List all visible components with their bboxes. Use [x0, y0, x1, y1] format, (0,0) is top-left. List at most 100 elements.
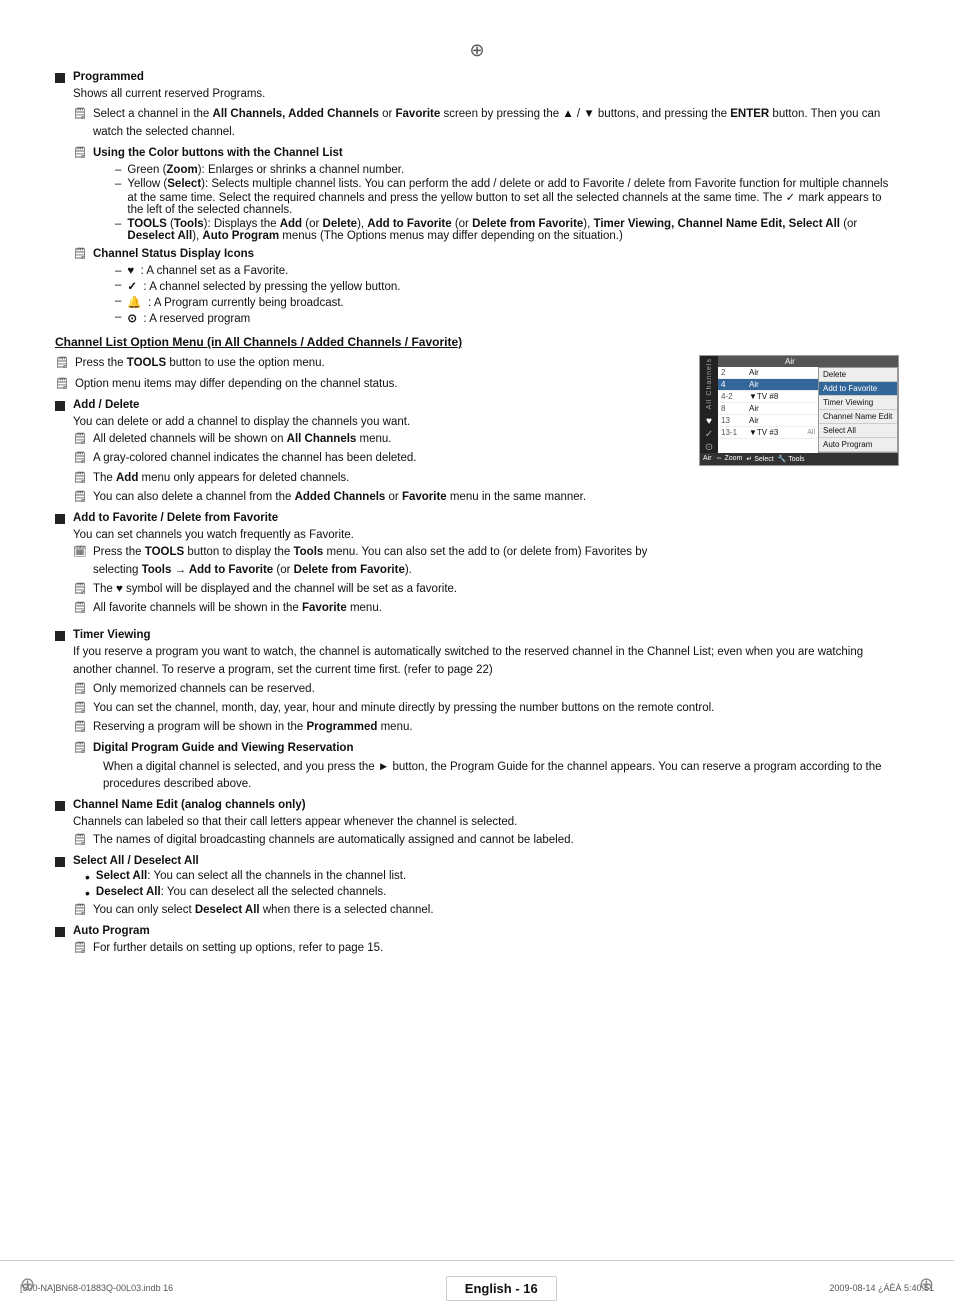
note-icon-ap1: 🗒: [73, 941, 87, 954]
tv-note3: Reserving a program will be shown in the…: [93, 719, 413, 736]
check-icon-desc: ✓ : A channel selected by pressing the y…: [127, 279, 400, 293]
timer-viewing-section: Timer Viewing If you reserve a program y…: [55, 629, 899, 793]
bottom-select: ↵ Select: [746, 455, 773, 463]
note-icon-tv3: 🗒: [73, 720, 87, 733]
note-icon-tv1: 🗒: [73, 682, 87, 695]
ap-title: Auto Program: [73, 925, 150, 937]
auto-program-section: Auto Program 🗒 For further details on se…: [55, 925, 899, 957]
note-icon-tv2: 🗒: [73, 701, 87, 714]
ad-note4: You can also delete a channel from the A…: [93, 489, 586, 506]
ch-num-4: 4: [721, 380, 749, 389]
ad-note1: All deleted channels will be shown on Al…: [93, 431, 392, 448]
dash-broadcast: –: [115, 295, 121, 307]
reserved-icon-desc: ⊙ : A reserved program: [127, 311, 250, 325]
ch-name-8: Air: [749, 404, 815, 413]
dot-deselect-all: •: [85, 886, 90, 900]
dash-yellow: –: [115, 178, 121, 190]
tools-menu: TOOLS (Tools): Displays the Add (or Dele…: [127, 218, 899, 242]
ad-note3: The Add menu only appears for deleted ch…: [93, 470, 349, 487]
footer-page-badge: English - 16: [446, 1276, 557, 1301]
tv-note2: You can set the channel, month, day, yea…: [93, 700, 714, 717]
ch-all-13-1: All: [807, 429, 815, 436]
note-icon-color-btn: 🗒: [73, 146, 87, 159]
note-icon-tools-btn: 🗒: [55, 356, 69, 369]
ctx-channel-name-edit[interactable]: Channel Name Edit: [819, 410, 897, 424]
ctx-timer-viewing[interactable]: Timer Viewing: [819, 396, 897, 410]
dash-reserved: –: [115, 311, 121, 323]
bottom-right-crosshair: ⊕: [919, 1274, 934, 1295]
note-icon-ad4: 🗒: [73, 490, 87, 503]
ch-name-4: Air: [749, 380, 815, 389]
channel-main: Air 2 Air 4 Air: [718, 356, 898, 453]
sa-title: Select All / Deselect All: [73, 855, 199, 867]
bottom-air: Air: [703, 455, 712, 463]
ch-header-air: Air: [785, 357, 795, 366]
ch-name-13: Air: [749, 416, 815, 425]
cne-note1: The names of digital broadcasting channe…: [93, 832, 574, 849]
ch-num-4-2: 4-2: [721, 392, 749, 401]
green-zoom: Green (Zoom): Enlarges or shrinks a chan…: [127, 164, 404, 176]
channel-ui-container: All Channels ♥ ✓ ⊙ Air: [699, 355, 899, 623]
bottom-tools: 🔧 Tools: [778, 455, 805, 463]
bullet-add-fav: [55, 514, 65, 524]
sidebar-icon3: ⊙: [705, 442, 713, 453]
channel-row-4-2: 4-2 ▼TV #8: [718, 391, 818, 403]
page-footer: [500-NA]BN68-01883Q-00L03.indb 16 Englis…: [0, 1260, 954, 1315]
top-symbol: ⊕: [55, 40, 899, 61]
note-icon-option-differ: 🗒: [55, 377, 69, 390]
bullet-add-delete: [55, 401, 65, 411]
heart-icon-desc: ♥ : A channel set as a Favorite.: [127, 265, 288, 277]
tv-note1: Only memorized channels can be reserved.: [93, 681, 315, 698]
sidebar-icon2: ✓: [705, 429, 713, 440]
add-delete-desc: You can delete or add a channel to displ…: [73, 414, 689, 431]
add-fav-title: Add to Favorite / Delete from Favorite: [73, 512, 278, 524]
channel-row-13-1: 13-1 ▼TV #3 All: [718, 427, 818, 439]
page: ⊕ Programmed Shows all current reserved …: [0, 0, 954, 1315]
dash-check: –: [115, 279, 121, 291]
ctx-delete[interactable]: Delete: [819, 368, 897, 382]
sidebar-icon1: ♥: [706, 416, 712, 427]
ch-name-4-2: ▼TV #8: [749, 392, 815, 401]
ctx-add-favorite[interactable]: Add to Favorite: [819, 382, 897, 396]
programmed-section: Programmed Shows all current reserved Pr…: [55, 71, 899, 325]
context-menu: Delete Add to Favorite Timer Viewing Cha…: [818, 367, 898, 453]
programmed-title: Programmed: [73, 71, 144, 83]
ctx-select-all[interactable]: Select All: [819, 424, 897, 438]
bullet-sa: [55, 857, 65, 867]
note-icon-status: 🗒: [73, 247, 87, 260]
ch-name-2: Air: [749, 368, 815, 377]
dash-green: –: [115, 164, 121, 176]
dash-heart: –: [115, 265, 121, 277]
option-differ-note: Option menu items may differ depending o…: [75, 376, 398, 393]
ap-note1: For further details on setting up option…: [93, 940, 383, 957]
note-icon-ad2: 🗒: [73, 451, 87, 464]
note-icon-ad1: 🗒: [73, 432, 87, 445]
channel-header-row: Air: [718, 356, 898, 367]
bullet-cne: [55, 801, 65, 811]
channel-list-option-content: 🗒 Press the TOOLS button to use the opti…: [55, 355, 899, 623]
dot-select-all: •: [85, 870, 90, 884]
deselect-all-desc: Deselect All: You can deselect all the s…: [96, 886, 386, 898]
channel-rows-list: 2 Air 4 Air 4-2 ▼TV #8: [718, 367, 818, 453]
footer-center: English - 16: [446, 1276, 557, 1301]
note-icon-dpg: 🗒: [73, 741, 87, 754]
note-icon-1: 🗒: [73, 107, 87, 120]
note-text-1: Select a channel in the All Channels, Ad…: [93, 106, 899, 141]
programmed-desc: Shows all current reserved Programs.: [73, 86, 899, 103]
broadcast-icon-desc: 🔔 : A Program currently being broadcast.: [127, 295, 343, 309]
dpg-title: Digital Program Guide and Viewing Reserv…: [93, 740, 354, 757]
channel-list-main: 🗒 Press the TOOLS button to use the opti…: [55, 355, 689, 623]
ctx-auto-program[interactable]: Auto Program: [819, 438, 897, 452]
channel-row-13: 13 Air: [718, 415, 818, 427]
sa-note1: You can only select Deselect All when th…: [93, 902, 434, 919]
bullet-timer: [55, 631, 65, 641]
ch-num-13-1: 13-1: [721, 428, 749, 437]
channel-list-option-heading: Channel List Option Menu (in All Channel…: [55, 335, 899, 349]
yellow-select: Yellow (Select): Selects multiple channe…: [127, 178, 899, 216]
channel-row-4: 4 Air: [718, 379, 818, 391]
channel-name-edit-section: Channel Name Edit (analog channels only)…: [55, 799, 899, 849]
ch-num-2: 2: [721, 368, 749, 377]
timer-desc: If you reserve a program you want to wat…: [73, 644, 899, 679]
ad-note2: A gray-colored channel indicates the cha…: [93, 450, 417, 467]
bullet-ap: [55, 927, 65, 937]
